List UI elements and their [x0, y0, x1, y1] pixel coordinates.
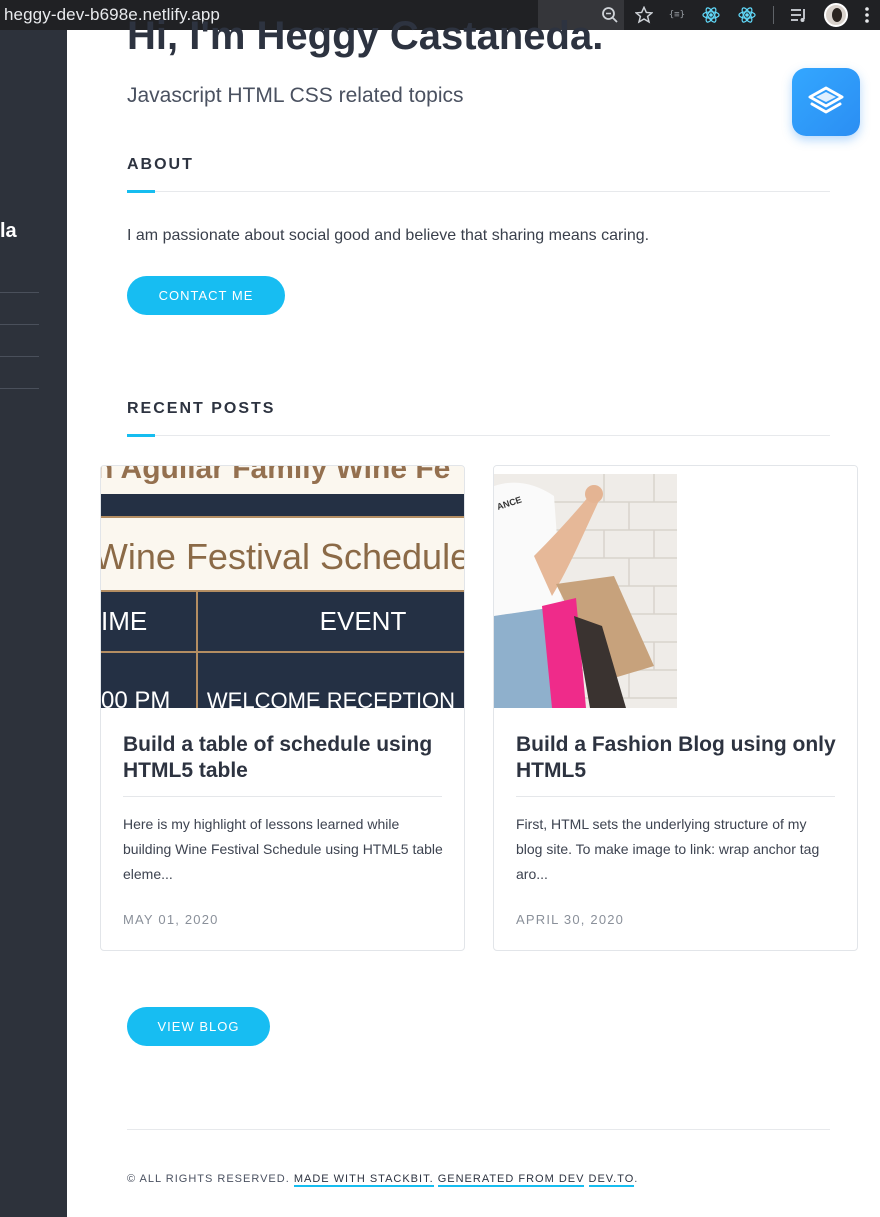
sidebar-site-name[interactable]: la	[0, 220, 17, 243]
post-divider	[123, 796, 442, 797]
footer-devto-link[interactable]: DEV.TO	[588, 1173, 635, 1187]
footer: © ALL RIGHTS RESERVED. MADE WITH STACKBI…	[127, 1173, 639, 1187]
image-top-text: n Aguilar Family Wine Fe	[101, 466, 450, 485]
footer-rights: © ALL RIGHTS RESERVED.	[127, 1173, 290, 1185]
post-thumbnail[interactable]: n Aguilar Family Wine Fe Wine Festival S…	[101, 466, 464, 708]
about-divider	[127, 191, 830, 192]
stackbit-badge[interactable]	[792, 68, 860, 136]
footer-divider	[127, 1129, 830, 1130]
toolbar-icons: {≡}	[601, 0, 870, 30]
post-card[interactable]: n Aguilar Family Wine Fe Wine Festival S…	[100, 465, 465, 951]
about-accent-bar	[127, 190, 155, 193]
sidebar-nav-divider	[0, 356, 39, 357]
about-heading: ABOUT	[127, 156, 194, 173]
view-blog-button[interactable]: VIEW BLOG	[127, 1007, 270, 1046]
post-thumbnail[interactable]: ANCE	[494, 466, 857, 708]
extension-icon[interactable]: {≡}	[669, 10, 685, 20]
hero-tagline: Javascript HTML CSS related topics	[127, 84, 464, 107]
post-card[interactable]: ANCE Build a Fashion Blog using only HTM…	[493, 465, 858, 951]
footer-stackbit-link[interactable]: MADE WITH STACKBIT.	[293, 1173, 434, 1187]
sidebar-nav-divider	[0, 388, 39, 389]
footer-period: .	[634, 1173, 639, 1185]
recent-posts-divider	[127, 435, 830, 436]
recent-posts-accent-bar	[127, 434, 155, 437]
image-row1-text: 00 PM	[101, 687, 170, 708]
profile-avatar[interactable]	[824, 3, 848, 27]
star-icon[interactable]	[634, 6, 653, 24]
image-col2-text: EVENT	[320, 606, 407, 636]
hero-title: Hi, I'm Heggy Castaneda.	[127, 14, 604, 58]
contact-me-button[interactable]: CONTACT ME	[127, 276, 285, 315]
image-col1-text: IME	[101, 606, 147, 636]
image-heading-text: Wine Festival Schedule	[101, 536, 464, 577]
main-content: Hi, I'm Heggy Castaneda. Javascript HTML…	[67, 14, 880, 1217]
post-excerpt: First, HTML sets the underlying structur…	[516, 816, 820, 882]
post-title[interactable]: Build a table of schedule using HTML5 ta…	[123, 732, 443, 784]
sidebar-nav-divider	[0, 324, 39, 325]
media-control-icon[interactable]	[790, 7, 808, 23]
sidebar-nav-divider	[0, 292, 39, 293]
react-devtools-icon[interactable]	[737, 5, 757, 25]
post-date: MAY 01, 2020	[123, 912, 219, 927]
menu-kebab-icon[interactable]	[864, 6, 870, 24]
post-date: APRIL 30, 2020	[516, 912, 625, 927]
toolbar-divider	[773, 6, 774, 24]
post-divider	[516, 796, 835, 797]
footer-generated-link[interactable]: GENERATED FROM DEV	[437, 1173, 585, 1187]
image-row2-text: WELCOME RECEPTION	[207, 688, 455, 708]
post-title[interactable]: Build a Fashion Blog using only HTML5	[516, 732, 836, 784]
zoom-icon[interactable]	[601, 6, 619, 24]
recent-posts-heading: RECENT POSTS	[127, 400, 276, 417]
post-excerpt: Here is my highlight of lessons learned …	[123, 816, 443, 882]
about-text: I am passionate about social good and be…	[127, 227, 650, 244]
layers-icon	[808, 86, 844, 114]
sidebar: la	[0, 30, 67, 1217]
react-devtools-icon[interactable]	[701, 5, 721, 25]
